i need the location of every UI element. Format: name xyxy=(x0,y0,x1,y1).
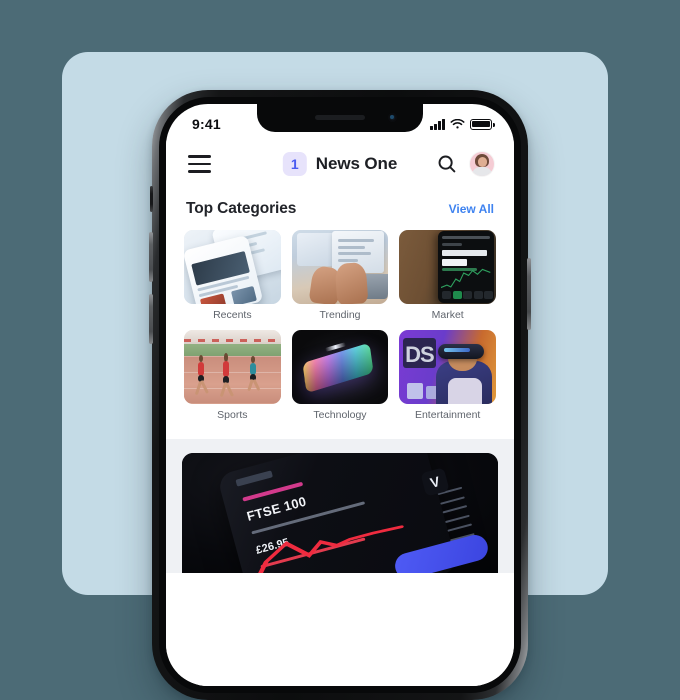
app-content: Top Categories View All Recents Trending… xyxy=(166,188,514,686)
status-time: 9:41 xyxy=(192,116,221,132)
category-label: Recents xyxy=(213,309,252,321)
market-photo xyxy=(399,230,496,304)
cellular-signal-icon xyxy=(430,118,445,130)
app-bar-actions xyxy=(437,152,494,176)
top-categories-section: Top Categories View All Recents Trending… xyxy=(166,188,514,439)
category-item-market[interactable]: Market xyxy=(399,230,496,326)
category-label: Sports xyxy=(217,408,248,421)
battery-full-icon xyxy=(470,118,495,130)
category-label: Entertainment xyxy=(414,408,481,421)
recents-photo xyxy=(184,230,281,304)
category-thumbnail xyxy=(291,329,389,404)
featured-section: FTSE 100 £26.95 V xyxy=(166,453,514,573)
featured-photo: FTSE 100 £26.95 V xyxy=(182,453,498,573)
power-button[interactable] xyxy=(527,258,531,330)
mute-switch-button[interactable] xyxy=(150,186,153,212)
category-item-technology[interactable]: Technology xyxy=(291,329,389,426)
sports-photo xyxy=(184,329,281,404)
technology-photo xyxy=(291,329,389,404)
category-label: Trending xyxy=(319,309,361,321)
status-bar: 9:41 xyxy=(166,104,514,140)
phone-mockup: 9:41 1 News One Top Categories View All … xyxy=(149,90,531,700)
category-thumbnail xyxy=(291,230,389,304)
category-thumbnail xyxy=(184,329,281,404)
avatar-face xyxy=(477,157,487,167)
category-item-sports[interactable]: Sports xyxy=(184,329,281,426)
brand: 1 News One xyxy=(282,152,398,176)
volume-up-button[interactable] xyxy=(149,232,153,282)
brand-badge: 1 xyxy=(282,152,307,176)
featured-article-card[interactable]: FTSE 100 £26.95 V xyxy=(182,453,498,573)
category-thumbnail xyxy=(184,230,281,304)
entertainment-photo xyxy=(399,329,496,404)
view-all-link[interactable]: View All xyxy=(449,202,494,216)
category-thumbnail xyxy=(399,230,496,304)
section-title: Top Categories xyxy=(186,200,297,217)
page-title: News One xyxy=(315,154,398,173)
search-icon[interactable] xyxy=(437,154,457,174)
wifi-icon xyxy=(450,118,465,129)
category-item-entertainment[interactable]: Entertainment xyxy=(399,329,496,426)
category-label: Market xyxy=(431,309,464,321)
avatar-body xyxy=(472,167,492,176)
volume-down-button[interactable] xyxy=(149,294,153,344)
section-divider xyxy=(166,439,514,453)
category-thumbnail xyxy=(399,329,496,404)
category-item-trending[interactable]: Trending xyxy=(291,230,389,326)
trending-photo xyxy=(291,230,389,304)
section-header: Top Categories View All xyxy=(184,196,496,230)
screenshot-stage: 9:41 1 News One Top Categories View All … xyxy=(0,0,680,700)
status-icons xyxy=(430,118,495,130)
phone-screen: 9:41 1 News One Top Categories View All … xyxy=(166,104,514,686)
avatar[interactable] xyxy=(470,152,494,176)
category-label: Technology xyxy=(313,408,367,421)
category-item-recents[interactable]: Recents xyxy=(184,230,281,326)
app-bar: 1 News One xyxy=(166,140,514,188)
category-grid: Recents Trending Market Sports Technolog… xyxy=(184,230,496,425)
hamburger-menu-icon[interactable] xyxy=(188,155,212,173)
